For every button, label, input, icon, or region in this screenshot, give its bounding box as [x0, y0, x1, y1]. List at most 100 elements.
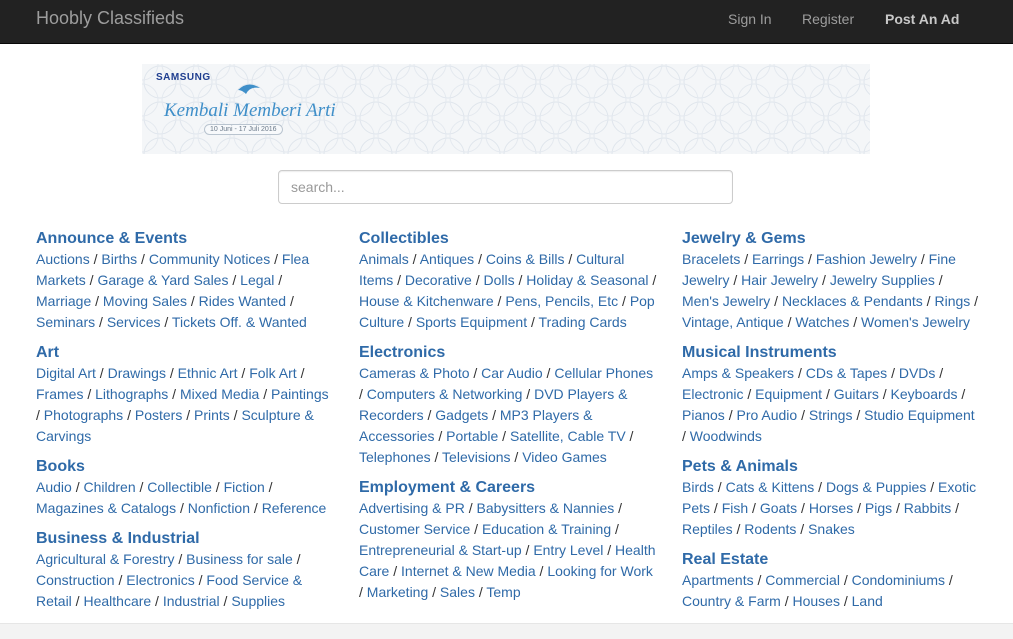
subcategory-link[interactable]: Supplies: [231, 593, 285, 609]
subcategory-link[interactable]: Education & Training: [482, 521, 611, 537]
subcategory-link[interactable]: Marriage: [36, 293, 91, 309]
subcategory-link[interactable]: Bracelets: [682, 251, 740, 267]
subcategory-link[interactable]: Televisions: [442, 449, 510, 465]
subcategory-link[interactable]: Electronic: [682, 386, 743, 402]
search-input[interactable]: [278, 170, 733, 204]
category-title[interactable]: Jewelry & Gems: [682, 228, 982, 249]
subcategory-link[interactable]: Computers & Networking: [367, 386, 523, 402]
subcategory-link[interactable]: Strings: [809, 407, 853, 423]
subcategory-link[interactable]: Men's Jewelry: [682, 293, 770, 309]
subcategory-link[interactable]: Pens, Pencils, Etc: [505, 293, 618, 309]
category-title[interactable]: Books: [36, 456, 336, 477]
advertisement-banner[interactable]: SAMSUNG Kembali Memberi Arti 10 Juni - 1…: [142, 64, 870, 154]
subcategory-link[interactable]: Trading Cards: [539, 314, 627, 330]
subcategory-link[interactable]: Ethnic Art: [178, 365, 238, 381]
brand-link[interactable]: Hoobly Classifieds: [36, 8, 184, 28]
subcategory-link[interactable]: Equipment: [755, 386, 822, 402]
subcategory-link[interactable]: Sports Equipment: [416, 314, 527, 330]
post-ad-link[interactable]: Post An Ad: [885, 10, 959, 28]
subcategory-link[interactable]: DVDs: [899, 365, 936, 381]
subcategory-link[interactable]: Cellular Phones: [554, 365, 653, 381]
subcategory-link[interactable]: Pianos: [682, 407, 725, 423]
subcategory-link[interactable]: Electronics: [126, 572, 194, 588]
subcategory-link[interactable]: Tickets Off. & Wanted: [172, 314, 307, 330]
subcategory-link[interactable]: Apartments: [682, 572, 754, 588]
subcategory-link[interactable]: Moving Sales: [103, 293, 187, 309]
subcategory-link[interactable]: Fiction: [224, 479, 265, 495]
subcategory-link[interactable]: Pro Audio: [736, 407, 797, 423]
subcategory-link[interactable]: Frames: [36, 386, 83, 402]
category-title[interactable]: Musical Instruments: [682, 342, 982, 363]
subcategory-link[interactable]: Fashion Jewelry: [816, 251, 917, 267]
subcategory-link[interactable]: Posters: [135, 407, 182, 423]
subcategory-link[interactable]: Business for sale: [186, 551, 293, 567]
subcategory-link[interactable]: Car Audio: [481, 365, 542, 381]
subcategory-link[interactable]: Portable: [446, 428, 498, 444]
subcategory-link[interactable]: Snakes: [808, 521, 855, 537]
category-title[interactable]: Electronics: [359, 342, 659, 363]
subcategory-link[interactable]: Magazines & Catalogs: [36, 500, 176, 516]
subcategory-link[interactable]: Necklaces & Pendants: [782, 293, 923, 309]
subcategory-link[interactable]: Coins & Bills: [486, 251, 565, 267]
subcategory-link[interactable]: Goats: [760, 500, 797, 516]
subcategory-link[interactable]: Nonfiction: [188, 500, 250, 516]
subcategory-link[interactable]: Healthcare: [83, 593, 151, 609]
subcategory-link[interactable]: Industrial: [163, 593, 220, 609]
subcategory-link[interactable]: Dolls: [484, 272, 515, 288]
subcategory-link[interactable]: Mixed Media: [180, 386, 259, 402]
subcategory-link[interactable]: Audio: [36, 479, 72, 495]
subcategory-link[interactable]: Children: [83, 479, 135, 495]
subcategory-link[interactable]: Watches: [795, 314, 849, 330]
subcategory-link[interactable]: Paintings: [271, 386, 329, 402]
subcategory-link[interactable]: Garage & Yard Sales: [97, 272, 228, 288]
sign-in-link[interactable]: Sign In: [728, 10, 772, 28]
subcategory-link[interactable]: Holiday & Seasonal: [526, 272, 648, 288]
category-title[interactable]: Announce & Events: [36, 228, 336, 249]
subcategory-link[interactable]: Cats & Kittens: [726, 479, 815, 495]
subcategory-link[interactable]: Fish: [722, 500, 748, 516]
subcategory-link[interactable]: Collectible: [147, 479, 212, 495]
subcategory-link[interactable]: Satellite, Cable TV: [510, 428, 626, 444]
subcategory-link[interactable]: Auctions: [36, 251, 90, 267]
subcategory-link[interactable]: Video Games: [522, 449, 607, 465]
category-title[interactable]: Business & Industrial: [36, 528, 336, 549]
subcategory-link[interactable]: Dogs & Puppies: [826, 479, 926, 495]
category-title[interactable]: Real Estate: [682, 549, 982, 570]
subcategory-link[interactable]: Vintage, Antique: [682, 314, 784, 330]
subcategory-link[interactable]: Looking for Work: [547, 563, 653, 579]
subcategory-link[interactable]: Seminars: [36, 314, 95, 330]
subcategory-link[interactable]: CDs & Tapes: [806, 365, 887, 381]
subcategory-link[interactable]: Keyboards: [891, 386, 958, 402]
subcategory-link[interactable]: Commercial: [765, 572, 840, 588]
subcategory-link[interactable]: Internet & New Media: [401, 563, 536, 579]
subcategory-link[interactable]: Sales: [440, 584, 475, 600]
subcategory-link[interactable]: Jewelry Supplies: [830, 272, 935, 288]
register-link[interactable]: Register: [802, 10, 854, 28]
subcategory-link[interactable]: Rides Wanted: [199, 293, 286, 309]
subcategory-link[interactable]: Digital Art: [36, 365, 96, 381]
category-title[interactable]: Employment & Careers: [359, 477, 659, 498]
subcategory-link[interactable]: Drawings: [108, 365, 166, 381]
subcategory-link[interactable]: Gadgets: [435, 407, 488, 423]
subcategory-link[interactable]: Antiques: [420, 251, 474, 267]
subcategory-link[interactable]: Photographs: [44, 407, 123, 423]
subcategory-link[interactable]: Country & Farm: [682, 593, 781, 609]
subcategory-link[interactable]: Amps & Speakers: [682, 365, 794, 381]
subcategory-link[interactable]: Marketing: [367, 584, 428, 600]
subcategory-link[interactable]: Services: [107, 314, 161, 330]
subcategory-link[interactable]: Entrepreneurial & Start-up: [359, 542, 522, 558]
subcategory-link[interactable]: Animals: [359, 251, 409, 267]
subcategory-link[interactable]: Entry Level: [533, 542, 603, 558]
subcategory-link[interactable]: Decorative: [405, 272, 472, 288]
subcategory-link[interactable]: Land: [852, 593, 883, 609]
subcategory-link[interactable]: Woodwinds: [690, 428, 762, 444]
subcategory-link[interactable]: Babysitters & Nannies: [477, 500, 615, 516]
subcategory-link[interactable]: Agricultural & Forestry: [36, 551, 174, 567]
subcategory-link[interactable]: Rings: [934, 293, 970, 309]
subcategory-link[interactable]: Birds: [682, 479, 714, 495]
subcategory-link[interactable]: Folk Art: [249, 365, 296, 381]
subcategory-link[interactable]: Telephones: [359, 449, 431, 465]
subcategory-link[interactable]: Condominiums: [852, 572, 945, 588]
subcategory-link[interactable]: Construction: [36, 572, 115, 588]
subcategory-link[interactable]: Advertising & PR: [359, 500, 465, 516]
